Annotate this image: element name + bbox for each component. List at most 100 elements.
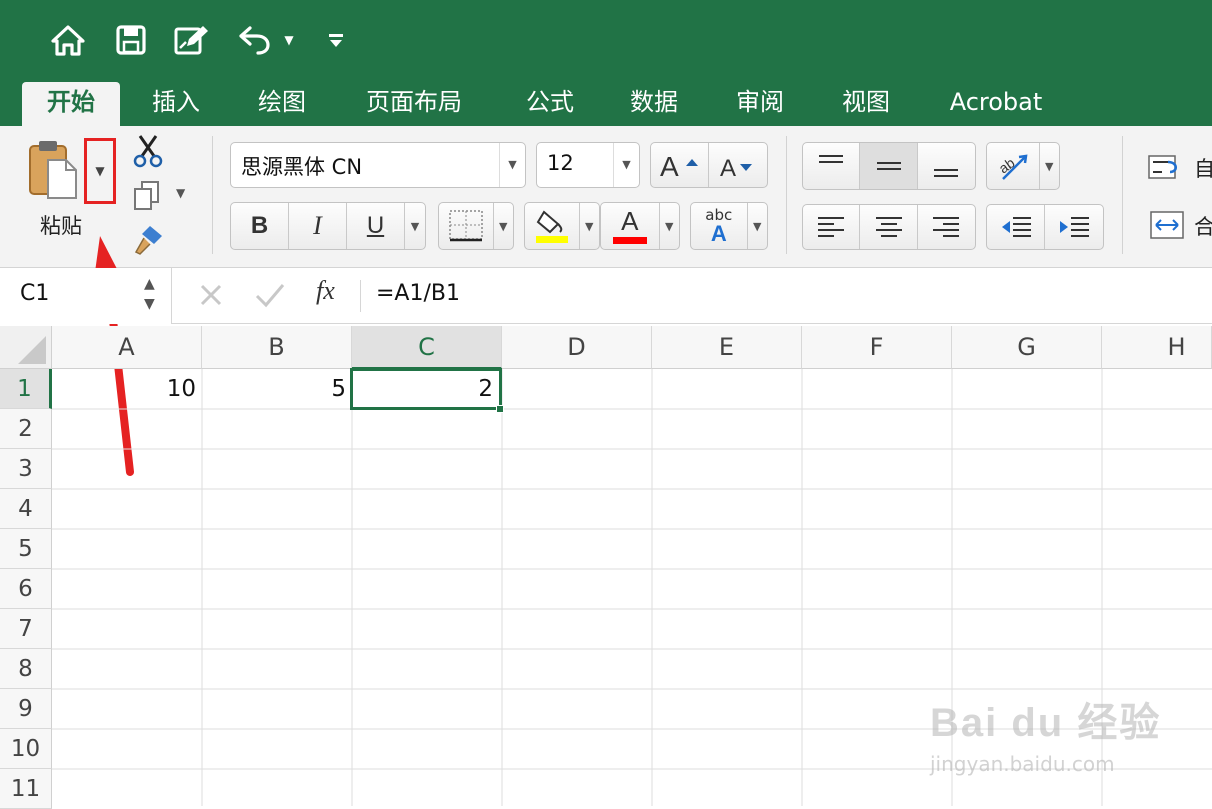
enter-icon[interactable] <box>254 280 286 310</box>
fill-handle[interactable] <box>496 405 504 413</box>
phonetic-dropdown-icon[interactable]: ▼ <box>748 203 767 249</box>
align-bottom-button[interactable] <box>918 143 975 189</box>
orientation-button[interactable]: ab <box>987 143 1040 189</box>
column-header-g[interactable]: G <box>952 326 1102 369</box>
row-header-7[interactable]: 7 <box>0 609 52 649</box>
paste-label: 粘贴 <box>40 214 82 238</box>
tab-insert[interactable]: 插入 <box>138 82 214 126</box>
fill-color-button[interactable] <box>525 203 580 249</box>
column-header-a[interactable]: A <box>52 326 202 369</box>
font-size-dropdown-icon[interactable]: ▼ <box>613 143 639 187</box>
row-header-1[interactable]: 1 <box>0 369 52 409</box>
cut-icon[interactable] <box>132 134 164 168</box>
cell-b1[interactable]: 5 <box>202 369 352 409</box>
svg-text:A: A <box>720 155 736 180</box>
merge-center-label[interactable]: 合 <box>1194 211 1212 241</box>
copy-dropdown-icon[interactable]: ▼ <box>176 186 185 200</box>
row-header-11[interactable]: 11 <box>0 769 52 809</box>
insert-function-icon[interactable]: fx <box>316 276 335 306</box>
wrap-text-icon[interactable] <box>1148 152 1184 182</box>
formula-bar <box>0 268 1212 324</box>
formula-input[interactable]: =A1/B1 <box>376 281 460 306</box>
home-icon[interactable] <box>48 20 88 60</box>
cancel-icon[interactable] <box>196 280 226 310</box>
tab-view[interactable]: 视图 <box>828 82 904 126</box>
tab-review[interactable]: 审阅 <box>722 82 798 126</box>
fill-color-group: ▼ <box>524 202 600 250</box>
decrease-font-size-button[interactable]: A <box>709 143 767 187</box>
font-color-button[interactable]: A <box>601 203 660 249</box>
column-header-d[interactable]: D <box>502 326 652 369</box>
increase-font-size-button[interactable]: A <box>651 143 710 187</box>
name-box[interactable]: C1 ▲ ▼ <box>0 268 172 324</box>
phonetic-button[interactable]: abc A <box>691 203 748 249</box>
row-header-5[interactable]: 5 <box>0 529 52 569</box>
underline-button[interactable]: U <box>347 203 405 249</box>
font-color-dropdown-icon[interactable]: ▼ <box>660 203 680 249</box>
paste-dropdown-button[interactable]: ▼ <box>84 138 116 204</box>
font-color-letter: A <box>621 206 639 236</box>
tab-data[interactable]: 数据 <box>616 82 692 126</box>
align-right-button[interactable] <box>918 205 975 249</box>
customize-icon[interactable] <box>322 20 350 60</box>
indent-group <box>986 204 1104 250</box>
tab-page-layout[interactable]: 页面布局 <box>352 82 476 126</box>
font-name-select[interactable]: 思源黑体 CN ▼ <box>230 142 526 188</box>
decrease-indent-icon <box>1001 217 1031 237</box>
row-header-4[interactable]: 4 <box>0 489 52 529</box>
phonetic-a-label: A <box>710 221 727 246</box>
italic-button[interactable]: I <box>289 203 347 249</box>
row-header-6[interactable]: 6 <box>0 569 52 609</box>
underline-dropdown-icon[interactable]: ▼ <box>405 203 425 249</box>
wrap-text-label[interactable]: 自 <box>1194 153 1212 183</box>
align-middle-button[interactable] <box>860 143 918 189</box>
column-header-f[interactable]: F <box>802 326 952 369</box>
row-header-2[interactable]: 2 <box>0 409 52 449</box>
increase-indent-icon <box>1060 217 1089 237</box>
select-all-button[interactable] <box>0 326 52 369</box>
svg-text:ab: ab <box>995 154 1017 176</box>
bold-button[interactable]: B <box>231 203 289 249</box>
text-orientation-icon: ab <box>995 154 1028 180</box>
fill-color-dropdown-icon[interactable]: ▼ <box>580 203 599 249</box>
edit-icon[interactable] <box>172 20 212 60</box>
column-header-e[interactable]: E <box>652 326 802 369</box>
orientation-group: ab ▼ <box>986 142 1060 190</box>
copy-icon[interactable] <box>132 180 162 212</box>
align-left-button[interactable] <box>803 205 861 249</box>
decrease-indent-button[interactable] <box>987 205 1046 249</box>
column-header-b[interactable]: B <box>202 326 352 369</box>
cell-c1[interactable]: 2 <box>350 368 502 410</box>
undo-dropdown-icon[interactable]: ▼ <box>280 20 298 60</box>
row-header-8[interactable]: 8 <box>0 649 52 689</box>
row-header-9[interactable]: 9 <box>0 689 52 729</box>
align-top-button[interactable] <box>803 143 861 189</box>
borders-button[interactable] <box>439 203 494 249</box>
column-header-c[interactable]: C <box>352 326 502 369</box>
align-top-icon <box>819 155 844 163</box>
fill-bucket-icon <box>535 210 568 243</box>
column-header-h[interactable]: H <box>1102 326 1212 369</box>
borders-dropdown-icon[interactable]: ▼ <box>494 203 513 249</box>
row-header-3[interactable]: 3 <box>0 449 52 489</box>
cell-a1[interactable]: 10 <box>52 369 202 409</box>
name-box-stepper-icon[interactable]: ▲ ▼ <box>144 274 155 314</box>
increase-font-icon: A <box>660 151 698 180</box>
merge-center-icon[interactable] <box>1150 210 1184 240</box>
tab-home[interactable]: 开始 <box>22 82 120 126</box>
tab-acrobat[interactable]: Acrobat <box>940 82 1052 126</box>
font-size-select[interactable]: 12 ▼ <box>536 142 640 188</box>
increase-indent-button[interactable] <box>1045 205 1103 249</box>
font-color-swatch <box>612 237 647 244</box>
watermark-url: jingyan.baidu.com <box>930 752 1115 776</box>
save-icon[interactable] <box>112 20 150 60</box>
font-name-dropdown-icon[interactable]: ▼ <box>499 143 525 187</box>
tab-draw[interactable]: 绘图 <box>244 82 320 126</box>
undo-icon[interactable] <box>236 20 272 60</box>
tab-formulas[interactable]: 公式 <box>512 82 588 126</box>
row-header-10[interactable]: 10 <box>0 729 52 769</box>
paste-icon[interactable] <box>26 138 80 202</box>
align-center-button[interactable] <box>860 205 918 249</box>
vertical-align-group <box>802 142 976 190</box>
orientation-dropdown-icon[interactable]: ▼ <box>1040 143 1059 189</box>
